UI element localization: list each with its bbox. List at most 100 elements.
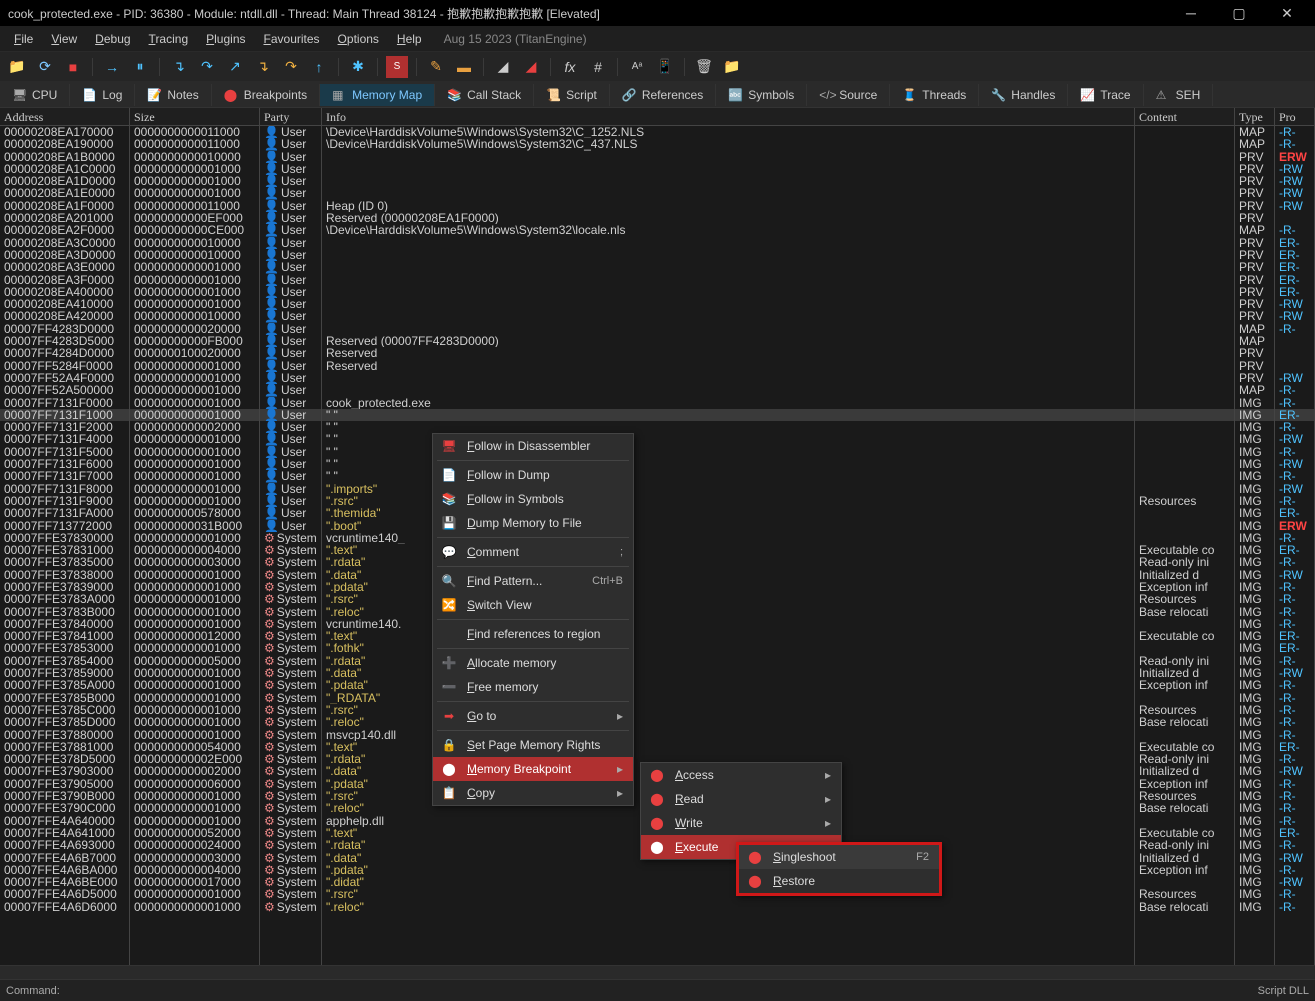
- az-icon[interactable]: Aᵃ: [626, 56, 648, 78]
- cell-size[interactable]: 0000000000010000: [130, 237, 259, 249]
- cell-prot[interactable]: -R-: [1275, 397, 1314, 409]
- cell-type[interactable]: PRV: [1235, 261, 1274, 273]
- cell-prot[interactable]: ER-: [1275, 274, 1314, 286]
- cell-addr[interactable]: 00007FF7131F0000: [0, 397, 129, 409]
- cell-prot[interactable]: -R-: [1275, 593, 1314, 605]
- cell-size[interactable]: 0000000000001000: [130, 815, 259, 827]
- cell-type[interactable]: IMG: [1235, 876, 1274, 888]
- cell-size[interactable]: 0000000000002000: [130, 765, 259, 777]
- cell-addr[interactable]: 00007FFE3785C000: [0, 704, 129, 716]
- ctx-find-references-to-region[interactable]: Find references to region: [433, 622, 633, 646]
- cell-size[interactable]: 0000000000011000: [130, 138, 259, 150]
- cell-size[interactable]: 0000000000004000: [130, 544, 259, 556]
- cell-info[interactable]: Reserved: [322, 347, 1134, 359]
- cell-party[interactable]: 👤User: [260, 384, 321, 396]
- cell-info[interactable]: [322, 237, 1134, 249]
- cell-info[interactable]: Reserved (00000208EA1F0000): [322, 212, 1134, 224]
- trstepover-icon[interactable]: ↷: [280, 56, 302, 78]
- cell-size[interactable]: 0000000000020000: [130, 323, 259, 335]
- cell-size[interactable]: 0000000000012000: [130, 630, 259, 642]
- cell-type[interactable]: PRV: [1235, 175, 1274, 187]
- cell-party[interactable]: ⚙System: [260, 667, 321, 679]
- cell-type[interactable]: IMG: [1235, 655, 1274, 667]
- cell-party[interactable]: 👤User: [260, 286, 321, 298]
- cell-info[interactable]: [322, 286, 1134, 298]
- cell-size[interactable]: 0000000000002000: [130, 421, 259, 433]
- comments-icon[interactable]: ▬: [453, 56, 475, 78]
- cell-size[interactable]: 0000000000001000: [130, 790, 259, 802]
- cell-content[interactable]: [1135, 323, 1234, 335]
- cell-size[interactable]: 0000000000052000: [130, 827, 259, 839]
- cell-addr[interactable]: 00000208EA170000: [0, 126, 129, 138]
- cell-addr[interactable]: 00007FF52A4F0000: [0, 372, 129, 384]
- cell-prot[interactable]: -R-: [1275, 532, 1314, 544]
- cell-content[interactable]: Exception inf: [1135, 864, 1234, 876]
- cell-addr[interactable]: 00007FFE37835000: [0, 556, 129, 568]
- cell-info[interactable]: [322, 323, 1134, 335]
- cell-type[interactable]: PRV: [1235, 163, 1274, 175]
- cell-info[interactable]: [322, 384, 1134, 396]
- cell-prot[interactable]: ER-: [1275, 630, 1314, 642]
- cell-size[interactable]: 0000000000001000: [130, 729, 259, 741]
- cell-size[interactable]: 0000000000001000: [130, 667, 259, 679]
- cell-content[interactable]: [1135, 335, 1234, 347]
- cell-content[interactable]: Initialized d: [1135, 765, 1234, 777]
- cell-size[interactable]: 0000000000001000: [130, 483, 259, 495]
- tab-source[interactable]: </>Source: [807, 84, 890, 106]
- ctx-allocate-memory[interactable]: ➕Allocate memory: [433, 651, 633, 675]
- cell-prot[interactable]: -RW: [1275, 310, 1314, 322]
- cell-content[interactable]: [1135, 187, 1234, 199]
- cell-content[interactable]: [1135, 298, 1234, 310]
- tab-memory-map[interactable]: ▦Memory Map: [320, 84, 435, 106]
- cell-size[interactable]: 0000000000001000: [130, 274, 259, 286]
- cell-type[interactable]: PRV: [1235, 298, 1274, 310]
- cell-addr[interactable]: 00000208EA1E0000: [0, 187, 129, 199]
- ctx-dump-memory-to-file[interactable]: 💾Dump Memory to File: [433, 511, 633, 535]
- cell-type[interactable]: IMG: [1235, 765, 1274, 777]
- cell-content[interactable]: [1135, 224, 1234, 236]
- cell-addr[interactable]: 00000208EA3D0000: [0, 249, 129, 261]
- cell-addr[interactable]: 00007FF713772000: [0, 520, 129, 532]
- cell-prot[interactable]: ER-: [1275, 286, 1314, 298]
- cell-type[interactable]: IMG: [1235, 507, 1274, 519]
- cell-size[interactable]: 0000000000001000: [130, 298, 259, 310]
- cell-party[interactable]: ⚙System: [260, 532, 321, 544]
- cell-type[interactable]: IMG: [1235, 409, 1274, 421]
- menu-view[interactable]: View: [43, 30, 85, 48]
- context-menu-main[interactable]: 🖥Follow in Disassembler📄Follow in Dump📚F…: [432, 433, 634, 806]
- cell-addr[interactable]: 00007FF4283D0000: [0, 323, 129, 335]
- cell-prot[interactable]: -RW: [1275, 175, 1314, 187]
- tab-threads[interactable]: 🧵Threads: [890, 84, 979, 106]
- cell-addr[interactable]: 00007FF7131F5000: [0, 446, 129, 458]
- cell-size[interactable]: 0000000000001000: [130, 163, 259, 175]
- cell-addr[interactable]: 00007FFE37839000: [0, 581, 129, 593]
- cell-content[interactable]: [1135, 409, 1234, 421]
- cell-content[interactable]: [1135, 729, 1234, 741]
- cell-info[interactable]: \Device\HarddiskVolume5\Windows\System32…: [322, 126, 1134, 138]
- cell-type[interactable]: IMG: [1235, 729, 1274, 741]
- cell-prot[interactable]: -R-: [1275, 224, 1314, 236]
- cell-size[interactable]: 000000000002E000: [130, 753, 259, 765]
- cell-content[interactable]: [1135, 126, 1234, 138]
- cell-info[interactable]: cook_protected.exe: [322, 397, 1134, 409]
- cell-type[interactable]: IMG: [1235, 630, 1274, 642]
- cell-party[interactable]: ⚙System: [260, 778, 321, 790]
- cell-addr[interactable]: 00000208EA1B0000: [0, 151, 129, 163]
- tab-trace[interactable]: 📈Trace: [1068, 84, 1143, 106]
- cell-addr[interactable]: 00007FF7131F4000: [0, 433, 129, 445]
- cell-info[interactable]: \Device\HarddiskVolume5\Windows\System32…: [322, 138, 1134, 150]
- cell-type[interactable]: MAP: [1235, 138, 1274, 150]
- cell-prot[interactable]: -RW: [1275, 372, 1314, 384]
- cell-size[interactable]: 0000000000001000: [130, 286, 259, 298]
- cell-content[interactable]: Initialized d: [1135, 569, 1234, 581]
- cell-party[interactable]: 👤User: [260, 421, 321, 433]
- cell-type[interactable]: IMG: [1235, 716, 1274, 728]
- cell-prot[interactable]: -R-: [1275, 839, 1314, 851]
- cell-size[interactable]: 0000000000001000: [130, 692, 259, 704]
- cell-size[interactable]: 0000000000001000: [130, 360, 259, 372]
- cell-addr[interactable]: 00000208EA1F0000: [0, 200, 129, 212]
- cell-content[interactable]: Resources: [1135, 593, 1234, 605]
- cell-party[interactable]: ⚙System: [260, 815, 321, 827]
- cell-content[interactable]: [1135, 347, 1234, 359]
- cell-content[interactable]: Executable co: [1135, 741, 1234, 753]
